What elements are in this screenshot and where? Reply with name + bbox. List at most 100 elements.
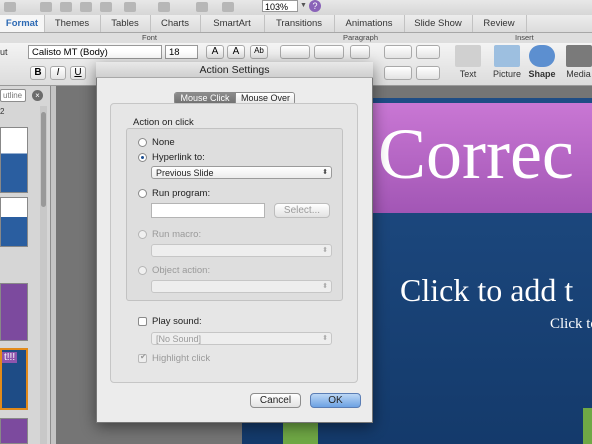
updown-arrows-icon: ⬍ <box>322 247 328 254</box>
ok-button[interactable]: OK <box>310 393 361 408</box>
tab-themes[interactable]: Themes <box>44 15 101 32</box>
insert-text-label: Text <box>459 69 477 79</box>
slide-number: 2 <box>0 107 5 116</box>
insert-media-button[interactable]: Media <box>565 45 592 79</box>
highlight-click-label: Highlight click <box>152 353 211 364</box>
run-macro-label: Run macro: <box>152 229 202 240</box>
italic-button[interactable]: I <box>50 66 66 80</box>
bold-button[interactable]: B <box>30 66 46 80</box>
run-macro-radio[interactable] <box>138 230 147 239</box>
tab-animations[interactable]: Animations <box>334 15 405 32</box>
toolbox-icon[interactable] <box>222 2 234 12</box>
hyperlink-select[interactable]: Previous Slide ⬍ <box>151 166 332 179</box>
font-name-field[interactable]: Calisto MT (Body) <box>28 45 162 59</box>
slide-thumbnail[interactable] <box>0 283 28 341</box>
line-spacing-icon[interactable] <box>384 45 412 59</box>
tab-transitions[interactable]: Transitions <box>264 15 335 32</box>
group-insert-label: Insert <box>515 33 534 42</box>
tab-slide-show[interactable]: Slide Show <box>404 15 473 32</box>
action-group-title: Action on click <box>133 117 194 128</box>
help-icon[interactable]: ? <box>309 0 321 12</box>
shape-icon <box>529 45 555 67</box>
bullets-icon[interactable] <box>280 45 310 59</box>
redo-icon[interactable] <box>158 2 170 12</box>
select-button[interactable]: Select... <box>274 203 330 218</box>
run-program-field[interactable] <box>151 203 265 218</box>
ribbon-group-labels: Font Paragraph Insert <box>0 33 592 43</box>
object-action-label: Object action: <box>152 265 211 276</box>
cancel-button[interactable]: Cancel <box>250 393 301 408</box>
columns-icon[interactable] <box>416 45 440 59</box>
hyperlink-value: Previous Slide <box>156 168 214 178</box>
insert-media-label: Media <box>566 69 591 79</box>
slide-title[interactable]: Correc <box>378 118 574 190</box>
slide-text-placeholder[interactable]: Click to <box>550 316 592 333</box>
align-icon[interactable] <box>384 66 412 80</box>
close-icon[interactable]: × <box>32 90 43 101</box>
thumb-text: t!!! <box>2 352 18 363</box>
numbering-icon[interactable] <box>314 45 344 59</box>
run-macro-select[interactable]: ⬍ <box>151 244 332 257</box>
text-box-options-icon[interactable] <box>416 66 440 80</box>
slide-thumbnail[interactable] <box>0 418 28 444</box>
tab-charts[interactable]: Charts <box>150 15 201 32</box>
updown-arrows-icon: ⬍ <box>322 169 328 176</box>
grow-font-button[interactable]: A <box>206 45 224 59</box>
insert-shape-label: Shape <box>528 69 556 79</box>
insert-picture-button[interactable]: Picture <box>489 45 525 79</box>
highlight-click-checkbox[interactable]: ✔ <box>138 352 147 363</box>
sound-select[interactable]: [No Sound] ⬍ <box>151 332 332 345</box>
insert-text-button[interactable]: Text <box>454 45 482 79</box>
run-program-radio[interactable] <box>138 189 147 198</box>
play-sound-checkbox[interactable] <box>138 317 147 326</box>
updown-arrows-icon: ⬍ <box>322 283 328 290</box>
gallery-icon[interactable] <box>196 2 208 12</box>
insert-picture-label: Picture <box>492 69 521 79</box>
checkmark-icon: ✔ <box>140 352 147 361</box>
text-icon <box>455 45 481 67</box>
slide-thumbnail-selected[interactable]: t!!! <box>0 348 28 410</box>
run-program-label: Run program: <box>152 188 211 199</box>
zoom-field[interactable]: 103% <box>262 0 298 12</box>
copy-icon[interactable] <box>80 2 92 12</box>
media-icon <box>565 45 592 67</box>
arrow-shape[interactable] <box>283 422 318 444</box>
underline-button[interactable]: U <box>70 66 86 80</box>
insert-shape-button[interactable]: Shape <box>528 45 556 79</box>
indent-icon[interactable] <box>350 45 370 59</box>
sound-value: [No Sound] <box>156 334 202 344</box>
tab-smartart[interactable]: SmartArt <box>200 15 265 32</box>
quick-access-toolbar: 103% ▼ ? <box>0 0 592 16</box>
play-sound-label: Play sound: <box>152 316 202 327</box>
none-radio[interactable] <box>138 138 147 147</box>
font-size-field[interactable]: 18 <box>165 45 198 59</box>
green-shape[interactable] <box>583 408 592 444</box>
updown-arrows-icon: ⬍ <box>322 335 328 342</box>
cut-icon[interactable] <box>60 2 72 12</box>
tab-tables[interactable]: Tables <box>100 15 151 32</box>
change-case-button[interactable]: Ab <box>250 45 268 59</box>
slide-subtitle-placeholder[interactable]: Click to add t <box>400 272 573 309</box>
hyperlink-label: Hyperlink to: <box>152 152 205 163</box>
hyperlink-radio[interactable] <box>138 153 147 162</box>
layout-label: ut <box>0 47 8 57</box>
slide-thumbnail[interactable] <box>0 197 28 247</box>
tab-review[interactable]: Review <box>472 15 527 32</box>
outline-tab[interactable]: utline <box>0 89 26 102</box>
shrink-font-button[interactable]: A <box>227 45 245 59</box>
chevron-down-icon[interactable]: ▼ <box>300 2 307 9</box>
scrollbar-thumb[interactable] <box>41 112 46 207</box>
tab-format[interactable]: Format <box>0 15 45 32</box>
save-icon[interactable] <box>4 2 16 12</box>
ribbon-tab-bar: Format Themes Tables Charts SmartArt Tra… <box>0 15 592 33</box>
object-action-radio[interactable] <box>138 266 147 275</box>
dialog-title: Action Settings <box>96 62 373 78</box>
slide-thumbnail[interactable] <box>0 127 28 193</box>
print-icon[interactable] <box>40 2 52 12</box>
object-action-select[interactable]: ⬍ <box>151 280 332 293</box>
none-label: None <box>152 137 175 148</box>
group-font-label: Font <box>142 33 158 42</box>
undo-icon[interactable] <box>124 2 136 12</box>
paste-icon[interactable] <box>100 2 112 12</box>
group-paragraph-label: Paragraph <box>343 33 379 42</box>
